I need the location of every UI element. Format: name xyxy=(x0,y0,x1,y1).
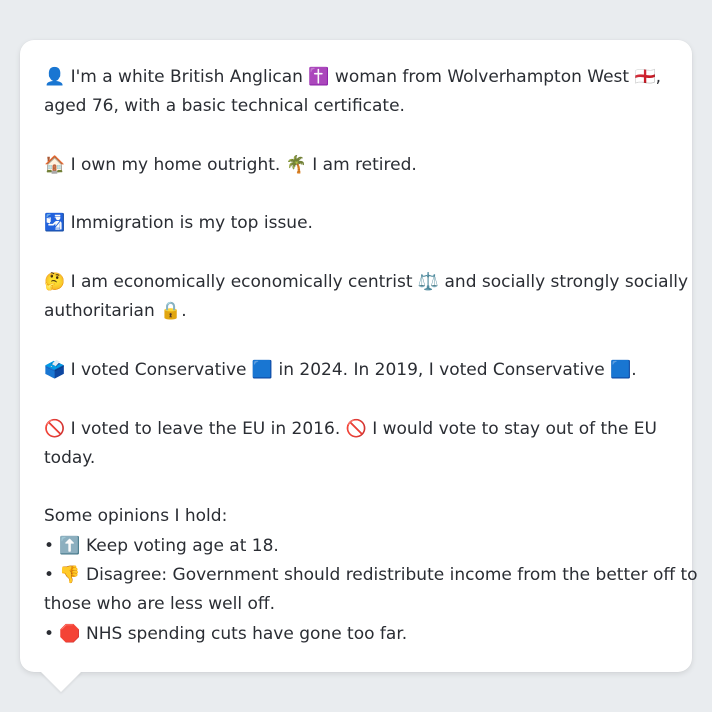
bubble-tail xyxy=(40,671,82,692)
ideology-line-1: 🤔 I am economically economically centris… xyxy=(44,272,689,293)
persona-chat-bubble: 👤 I'm a white British Anglican ✝️ woman … xyxy=(20,40,698,672)
ideology-line-2: authoritarian 🔒. xyxy=(44,301,187,322)
opinion-redistribution-line-2: those who are less well off. xyxy=(44,594,275,615)
brexit-line-2: today. xyxy=(44,447,96,468)
persona-identity-line-1: 👤 I'm a white British Anglican ✝️ woman … xyxy=(44,67,662,87)
opinions-heading: Some opinions I hold: xyxy=(44,506,228,527)
opinion-redistribution-line-1: • 👎 Disagree: Government should redistri… xyxy=(44,565,698,586)
persona-identity-line-2: aged 76, with a basic technical certific… xyxy=(44,96,405,117)
brexit-line-1: 🚫 I voted to leave the EU in 2016. 🚫 I w… xyxy=(44,418,657,439)
opinion-voting-age: • ⬆️ Keep voting age at 18. xyxy=(44,535,279,556)
opinion-nhs-cuts: • 🛑 NHS spending cuts have gone too far. xyxy=(44,623,408,644)
voting-history-line: 🗳️ I voted Conservative 🟦 in 2024. In 20… xyxy=(44,359,637,380)
top-issue-line: 🛂 Immigration is my top issue. xyxy=(44,213,313,234)
home-retirement-line: 🏠 I own my home outright. 🌴 I am retired… xyxy=(44,154,417,175)
